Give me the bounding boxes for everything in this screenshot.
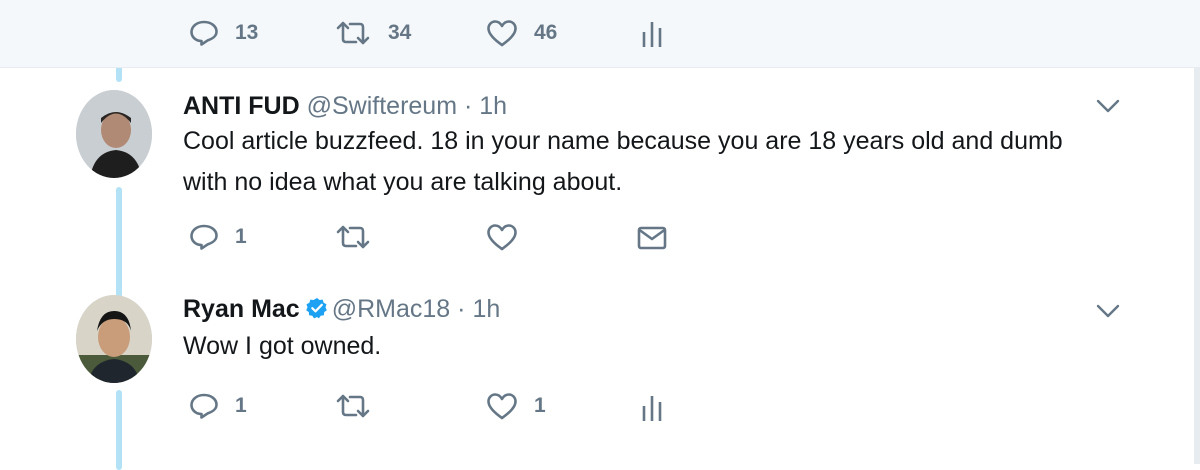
- tweet-header: Ryan Mac @RMac18 · 1h: [183, 295, 500, 324]
- avatar[interactable]: [76, 295, 152, 383]
- avatar[interactable]: [76, 90, 152, 178]
- reply-button[interactable]: 1: [189, 223, 247, 251]
- tweet-text: Cool article buzzfeed. 18 in your name b…: [183, 121, 1143, 203]
- retweet-icon: [336, 225, 370, 249]
- analytics-icon: [642, 22, 662, 47]
- like-icon: [487, 393, 517, 420]
- user-name[interactable]: Ryan Mac: [183, 295, 300, 323]
- scroll-edge: [1194, 67, 1200, 464]
- analytics-icon: [642, 396, 662, 421]
- like-button[interactable]: [486, 223, 534, 251]
- retweet-button[interactable]: [334, 392, 388, 420]
- reply-count: 13: [235, 21, 259, 44]
- retweet-icon: [336, 394, 370, 418]
- tweet-ryan-mac[interactable]: Ryan Mac @RMac18 · 1h Wow I got owned. 1…: [0, 272, 1194, 470]
- reply-icon: [190, 224, 218, 250]
- timestamp[interactable]: 1h: [479, 92, 507, 120]
- reply-icon: [190, 20, 218, 46]
- separator-dot: ·: [463, 92, 473, 120]
- timestamp[interactable]: 1h: [472, 295, 500, 323]
- user-name[interactable]: ANTI FUD: [183, 92, 300, 120]
- like-button[interactable]: 46: [486, 19, 557, 47]
- reply-icon: [190, 393, 218, 419]
- tweet-text-line: with no idea what you are talking about.: [183, 168, 623, 196]
- tweet-header: ANTI FUD @Swiftereum · 1h: [183, 92, 507, 121]
- like-button[interactable]: 1: [486, 392, 546, 420]
- dm-icon: [637, 226, 667, 250]
- retweet-count: 34: [388, 21, 412, 44]
- tweet-anti-fud[interactable]: ANTI FUD @Swiftereum · 1h Cool article b…: [0, 67, 1194, 317]
- reply-button[interactable]: 13: [189, 19, 258, 47]
- analytics-button[interactable]: [641, 394, 663, 422]
- thread-line: [116, 390, 122, 470]
- direct-message-button[interactable]: [637, 225, 667, 251]
- reply-count: 1: [235, 394, 247, 417]
- verified-badge-icon: [305, 298, 327, 319]
- tweet-text-line: Wow I got owned.: [183, 332, 382, 360]
- tweet-text: Wow I got owned.: [183, 326, 1143, 367]
- top-tweet-actions: 13 34 46: [0, 0, 1200, 68]
- user-handle[interactable]: @Swiftereum: [307, 92, 457, 120]
- retweet-button[interactable]: 34: [334, 19, 411, 47]
- tweet-text-line: Cool article buzzfeed. 18 in your name b…: [183, 127, 1063, 155]
- reply-button[interactable]: 1: [189, 392, 247, 420]
- retweet-button[interactable]: [334, 223, 388, 251]
- user-handle[interactable]: @RMac18: [332, 295, 450, 323]
- analytics-button[interactable]: [641, 20, 663, 48]
- like-count: 46: [534, 21, 558, 44]
- like-count: 1: [534, 394, 546, 417]
- like-icon: [487, 224, 517, 251]
- retweet-icon: [336, 21, 370, 45]
- separator-dot: ·: [457, 295, 466, 323]
- caret-down-icon[interactable]: [1096, 303, 1120, 319]
- caret-down-icon[interactable]: [1096, 98, 1120, 114]
- reply-count: 1: [235, 225, 247, 248]
- like-icon: [487, 20, 517, 47]
